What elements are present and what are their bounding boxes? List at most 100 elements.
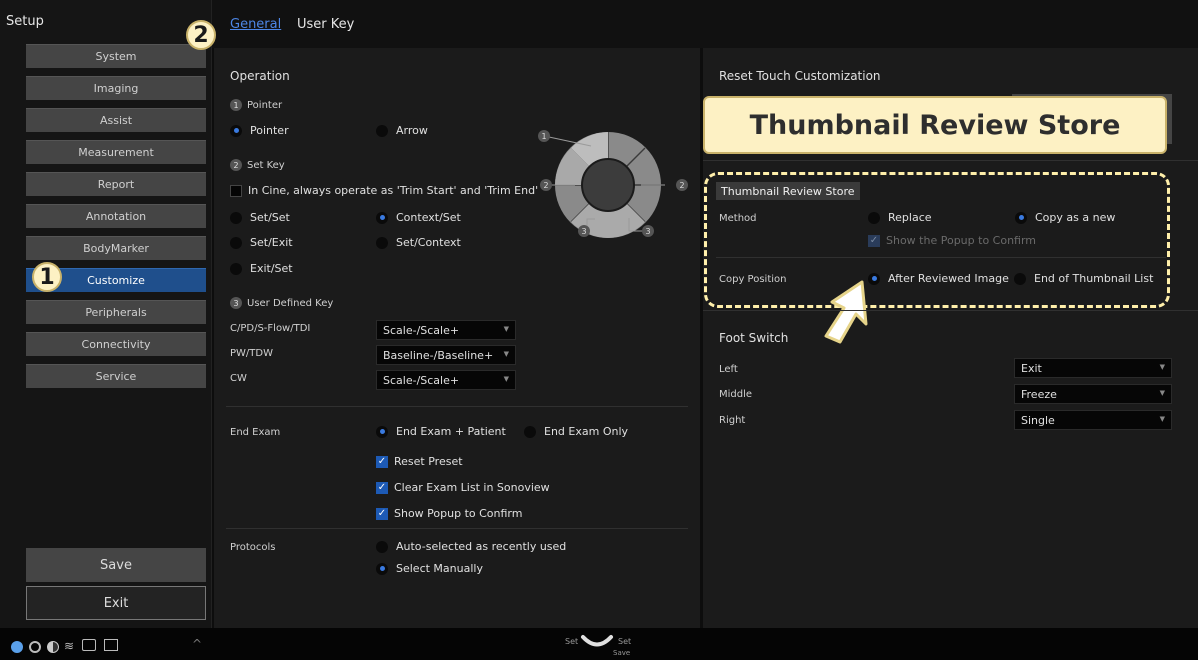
foot-left-value: Exit: [1021, 361, 1042, 375]
dial-label: 2: [543, 181, 548, 190]
operation-title: Operation: [230, 69, 290, 83]
nav-item-report[interactable]: Report: [26, 172, 206, 196]
divider: [226, 406, 688, 407]
nav-item-annotation[interactable]: Annotation: [26, 204, 206, 228]
tab-general[interactable]: General: [230, 17, 281, 32]
radio-dot[interactable]: [376, 124, 388, 137]
foot-middle-select[interactable]: Freeze ▼: [1014, 384, 1172, 404]
highlight-frame: [704, 172, 1170, 308]
radio-arrow[interactable]: Arrow: [376, 124, 428, 137]
radio-dot[interactable]: [524, 425, 536, 438]
radio-context-set-label: Context/Set: [396, 211, 461, 224]
tab-user-key[interactable]: User Key: [297, 17, 354, 32]
protocols-label: Protocols: [230, 542, 276, 553]
radio-dot[interactable]: [230, 124, 242, 137]
nav-item-connectivity[interactable]: Connectivity: [26, 332, 206, 356]
nav-item-measurement[interactable]: Measurement: [26, 140, 206, 164]
exit-button[interactable]: Exit: [26, 586, 206, 620]
trackball-set-icon: [581, 635, 613, 647]
save-button[interactable]: Save: [26, 548, 206, 582]
radio-dot[interactable]: [376, 211, 388, 224]
radio-set-context-label: Set/Context: [396, 236, 461, 249]
radio-set-context[interactable]: Set/Context: [376, 236, 461, 249]
nav-item-peripherals[interactable]: Peripherals: [26, 300, 206, 324]
setup-title: Setup: [6, 14, 44, 29]
radio-exit-set[interactable]: Exit/Set: [230, 262, 293, 275]
radio-dot[interactable]: [230, 211, 242, 224]
chevron-down-icon: ▼: [503, 375, 509, 383]
cw-label: CW: [230, 373, 247, 384]
checkmark-icon[interactable]: ✓: [376, 455, 388, 468]
chevron-down-icon: ▼: [1159, 363, 1165, 371]
pointer-label-text: Pointer: [247, 99, 283, 111]
user-defined-key-label-text: User Defined Key: [247, 297, 334, 309]
set-key-label: 2 Set Key: [230, 159, 285, 171]
nav-item-system[interactable]: System: [26, 44, 206, 68]
radio-select-manually[interactable]: Select Manually: [376, 562, 483, 575]
chevron-down-icon: ▼: [1159, 415, 1165, 423]
foot-left-select[interactable]: Exit ▼: [1014, 358, 1172, 378]
reset-preset-checkbox[interactable]: ✓ Reset Preset: [376, 455, 463, 468]
pwtdw-label: PW/TDW: [230, 348, 273, 359]
pwtdw-select-value: Baseline-/Baseline+: [383, 348, 494, 362]
chevron-up-icon[interactable]: ^: [192, 637, 202, 651]
contrast-icon[interactable]: [47, 641, 59, 653]
radio-arrow-label: Arrow: [396, 124, 428, 137]
set-left-label: Set: [565, 637, 579, 646]
network-off-icon[interactable]: [104, 639, 118, 651]
tab-bar: [212, 0, 1198, 48]
foot-left-label: Left: [719, 364, 738, 375]
show-popup-confirm-label: Show Popup to Confirm: [394, 507, 523, 520]
dial-label: 1: [541, 132, 546, 141]
end-exam-label: End Exam: [230, 427, 281, 438]
chevron-down-icon: ▼: [503, 325, 509, 333]
set-right-label: Set: [618, 637, 632, 646]
record-icon[interactable]: [82, 639, 96, 651]
pwtdw-select[interactable]: Baseline-/Baseline+ ▼: [376, 345, 516, 365]
cw-select[interactable]: Scale-/Scale+ ▼: [376, 370, 516, 390]
foot-right-select[interactable]: Single ▼: [1014, 410, 1172, 430]
step-marker-2: 2: [186, 20, 216, 50]
nav-item-bodymarker[interactable]: BodyMarker: [26, 236, 206, 260]
radio-pointer-label: Pointer: [250, 124, 289, 137]
radio-context-set[interactable]: Context/Set: [376, 211, 461, 224]
radio-dot[interactable]: [376, 425, 388, 438]
cine-trim-label: In Cine, always operate as 'Trim Start' …: [248, 184, 539, 197]
foot-middle-label: Middle: [719, 389, 753, 400]
radio-set-set-label: Set/Set: [250, 211, 290, 224]
nav-item-imaging[interactable]: Imaging: [26, 76, 206, 100]
radio-set-set[interactable]: Set/Set: [230, 211, 290, 224]
radio-end-exam-only[interactable]: End Exam Only: [524, 425, 628, 438]
clear-exam-list-checkbox[interactable]: ✓ Clear Exam List in Sonoview: [376, 481, 550, 494]
radio-set-exit[interactable]: Set/Exit: [230, 236, 293, 249]
nav-item-service[interactable]: Service: [26, 364, 206, 388]
user-icon[interactable]: [11, 641, 23, 653]
step-number: 1: [230, 99, 242, 111]
foot-right-label: Right: [719, 415, 746, 426]
cine-trim-checkbox[interactable]: In Cine, always operate as 'Trim Start' …: [230, 184, 538, 197]
radio-dot[interactable]: [230, 236, 242, 249]
radio-pointer[interactable]: Pointer: [230, 124, 289, 137]
pointer-arrow-icon: [824, 280, 868, 344]
radio-end-exam-patient[interactable]: End Exam + Patient: [376, 425, 506, 438]
checkbox-box[interactable]: [230, 184, 242, 197]
radio-dot[interactable]: [376, 236, 388, 249]
foot-switch-title: Foot Switch: [719, 331, 789, 345]
radio-dot[interactable]: [376, 540, 388, 553]
radio-dot[interactable]: [376, 562, 388, 575]
checkmark-icon[interactable]: ✓: [376, 507, 388, 520]
radio-dot[interactable]: [230, 262, 242, 275]
wifi-icon[interactable]: ≋: [64, 639, 74, 653]
cpd-select[interactable]: Scale-/Scale+ ▼: [376, 320, 516, 340]
show-popup-confirm-checkbox[interactable]: ✓ Show Popup to Confirm: [376, 507, 522, 520]
radio-end-exam-patient-label: End Exam + Patient: [396, 425, 506, 438]
foot-right-value: Single: [1021, 413, 1055, 427]
shield-icon[interactable]: [29, 641, 41, 653]
radio-end-exam-only-label: End Exam Only: [544, 425, 629, 438]
divider: [703, 310, 1198, 311]
radio-auto-selected-label: Auto-selected as recently used: [396, 540, 567, 553]
radio-auto-selected[interactable]: Auto-selected as recently used: [376, 540, 566, 553]
chevron-down-icon: ▼: [1159, 389, 1165, 397]
checkmark-icon[interactable]: ✓: [376, 481, 388, 494]
nav-item-assist[interactable]: Assist: [26, 108, 206, 132]
